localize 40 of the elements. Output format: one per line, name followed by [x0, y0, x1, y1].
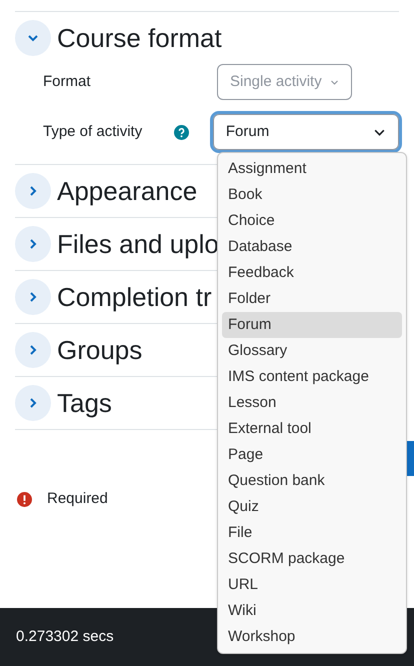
dropdown-option[interactable]: IMS content package	[222, 364, 402, 390]
section-heading: Appearance	[57, 174, 198, 208]
dropdown-option[interactable]: File	[222, 520, 402, 546]
dropdown-option[interactable]: Database	[222, 234, 402, 260]
dropdown-option[interactable]: Quiz	[222, 494, 402, 520]
dropdown-option[interactable]: Choice	[222, 208, 402, 234]
dropdown-option[interactable]: URL	[222, 572, 402, 598]
help-icon[interactable]	[174, 124, 189, 140]
required-note: Required	[47, 489, 108, 509]
field-label: Type of activity	[43, 122, 144, 142]
dropdown-option[interactable]: Lesson	[222, 390, 402, 416]
section-heading: Groups	[57, 334, 142, 366]
caret-icon	[330, 78, 339, 86]
dropdown-option[interactable]: Forum	[222, 312, 402, 338]
section-heading: Files and uplo	[57, 228, 219, 260]
dropdown-option[interactable]: Assignment	[222, 156, 402, 182]
dropdown-option[interactable]: Page	[222, 442, 402, 468]
dropdown-option[interactable]: SCORM package	[222, 546, 402, 572]
dropdown-option[interactable]: Feedback	[222, 260, 402, 286]
dropdown-option[interactable]: Folder	[222, 286, 402, 312]
dropdown-option[interactable]: External tool	[222, 416, 402, 442]
section-toggle[interactable]	[15, 279, 51, 315]
dropdown-option[interactable]: Book	[222, 182, 402, 208]
timing-text: 0.273302 secs	[16, 626, 114, 647]
section-toggle[interactable]	[15, 226, 51, 262]
required-icon	[17, 492, 32, 507]
section-heading: Tags	[57, 386, 112, 420]
dropdown-option[interactable]: Wiki	[222, 598, 402, 624]
dropdown-option[interactable]: Question bank	[222, 468, 402, 494]
section-toggle[interactable]	[15, 332, 51, 368]
dropdown-option[interactable]: Workshop	[222, 624, 402, 650]
field-label: Format	[43, 72, 92, 92]
submit-button[interactable]	[407, 441, 414, 476]
section-toggle[interactable]	[15, 385, 51, 421]
section-heading: Completion tr	[57, 280, 212, 314]
section-toggle[interactable]	[15, 173, 51, 209]
section-toggle[interactable]	[15, 20, 51, 56]
section-heading: Course format	[57, 22, 222, 54]
select-field[interactable]: Forum	[212, 114, 399, 150]
dropdown-option[interactable]: Glossary	[222, 338, 402, 364]
